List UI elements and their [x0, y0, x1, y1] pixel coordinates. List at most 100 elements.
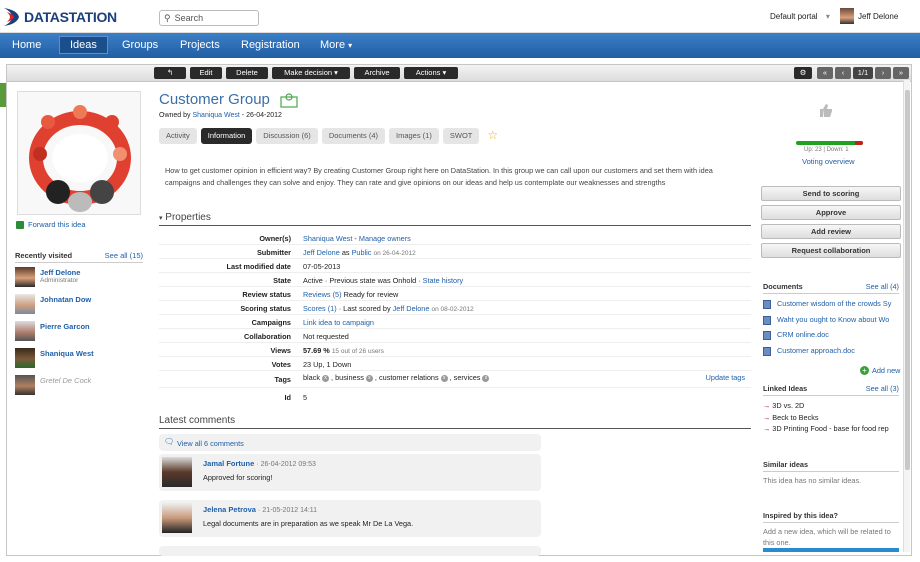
linked-idea-item[interactable]: → Beck to Becks — [763, 413, 899, 422]
document-icon — [763, 346, 771, 356]
submitter-link[interactable]: Jeff Delone — [303, 248, 340, 257]
view-all-comments[interactable]: 🗨 View all 6 comments — [159, 434, 541, 451]
user-name: Jeff Delone — [858, 11, 899, 21]
owner-link[interactable]: Shaniqua West — [303, 234, 352, 243]
remove-tag-icon[interactable]: x — [365, 374, 373, 382]
comment-author[interactable]: Jamal Fortune · 26-04-2012 09:53 — [203, 459, 316, 468]
favorite-star-icon[interactable]: ☆ — [487, 128, 498, 144]
scorer-link[interactable]: Jeff Delone — [393, 304, 430, 313]
back-button[interactable]: ↰ — [154, 67, 186, 79]
prop-views: Views 57.69 % 15 out of 26 users — [159, 343, 751, 357]
user-menu[interactable]: Jeff Delone — [840, 8, 898, 24]
add-review-button[interactable]: Add review — [761, 224, 901, 239]
remove-tag-icon[interactable]: x — [322, 374, 330, 382]
add-document-button[interactable]: + Add new — [860, 366, 900, 375]
idea-date: 26-04-2012 — [246, 112, 282, 119]
paper-people-image — [18, 92, 140, 214]
scoring-text: · Last scored by — [338, 304, 391, 313]
recent-user[interactable]: Gretel De Cock — [15, 375, 143, 395]
document-item[interactable]: Customer approach.doc — [763, 346, 899, 356]
prop-key: Last modified date — [226, 262, 291, 271]
make-decision-button[interactable]: Make decision ▾ — [272, 67, 350, 79]
prop-votes: Votes 23 Up, 1 Down — [159, 357, 751, 371]
plus-icon: + — [860, 366, 869, 375]
public-link[interactable]: Public — [352, 248, 372, 257]
nav-more[interactable]: More ▾ — [320, 33, 352, 58]
prop-scoring: Scoring status Scores (1) · Last scored b… — [159, 301, 751, 315]
gear-icon[interactable]: ⚙ — [794, 67, 812, 79]
nav-groups[interactable]: Groups — [122, 33, 158, 58]
tab-documents[interactable]: Documents (4) — [321, 128, 385, 144]
document-item[interactable]: Waht you ought to Know about Wo — [763, 315, 899, 325]
properties-header: ▾ Properties — [159, 212, 751, 226]
voting-overview-link[interactable]: Voting overview — [802, 157, 855, 166]
tab-information[interactable]: Information — [200, 128, 253, 144]
document-item[interactable]: Customer wisdom of the crowds Sy — [763, 299, 899, 309]
scores-link[interactable]: Scores (1) — [303, 304, 337, 313]
logo[interactable]: DATASTATION — [3, 5, 117, 29]
scrollbar-thumb[interactable] — [905, 90, 910, 470]
nav-projects[interactable]: Projects — [180, 33, 220, 58]
remove-tag-icon[interactable]: x — [482, 374, 490, 382]
linked-idea-item[interactable]: → 3D vs. 2D — [763, 401, 899, 410]
archive-button[interactable]: Archive — [354, 67, 400, 79]
document-icon — [763, 330, 771, 340]
document-item[interactable]: CRM online.doc — [763, 330, 899, 340]
idea-title: Customer Group — [159, 91, 298, 108]
tab-images[interactable]: Images (1) — [389, 128, 439, 144]
linked-ideas-see-all[interactable]: See all (3) — [866, 384, 899, 393]
recent-user[interactable]: Johnatan Dow — [15, 294, 143, 314]
comment-author-name: Jelena Petrova — [203, 505, 256, 514]
first-page-icon[interactable]: « — [817, 67, 833, 79]
reviews-link[interactable]: Reviews (5) — [303, 290, 342, 299]
forward-idea-link[interactable]: Forward this idea — [16, 220, 86, 229]
prev-page-icon[interactable]: ‹ — [835, 67, 851, 79]
recent-user[interactable]: Shaniqua West — [15, 348, 143, 368]
idea-image[interactable] — [17, 91, 141, 215]
recent-user[interactable]: Pierre Garcon — [15, 321, 143, 341]
prop-tags: Tags black x, business x, customer relatio… — [159, 370, 751, 388]
comment-item: Jelena Petrova · 21-05-2012 14:11 Legal … — [159, 500, 541, 537]
search-input[interactable]: ⚲ Search — [159, 10, 259, 26]
tab-discussion[interactable]: Discussion (6) — [256, 128, 318, 144]
prop-key: Id — [284, 393, 292, 402]
actions-button[interactable]: Actions ▾ — [404, 67, 458, 79]
nav-registration[interactable]: Registration — [241, 33, 300, 58]
documents-see-all[interactable]: See all (4) — [866, 282, 899, 291]
manage-owners-link[interactable]: Manage owners — [359, 234, 411, 243]
portal-selector[interactable]: Default portal ▾ — [770, 12, 830, 21]
scrollbar[interactable] — [903, 80, 910, 552]
next-page-icon[interactable]: › — [875, 67, 891, 79]
linked-idea-item[interactable]: → 3D Printing Food - base for food rep — [763, 424, 899, 433]
collapse-icon[interactable]: ▾ — [159, 215, 163, 222]
recent-user-name: Gretel De Cock — [40, 376, 92, 385]
comment-item: Jamal Fortune · 26-04-2012 09:53 Approve… — [159, 454, 541, 491]
edit-button[interactable]: Edit — [190, 67, 222, 79]
approve-button[interactable]: Approve — [761, 205, 901, 220]
avatar — [15, 348, 35, 368]
prop-key: Review status — [242, 290, 291, 299]
prop-campaigns: Campaigns Link idea to campaign — [159, 315, 751, 329]
owner-link[interactable]: Shaniqua West — [192, 112, 239, 119]
recent-user[interactable]: Jeff Delone Administrator — [15, 267, 143, 287]
state-history-link[interactable]: State history — [423, 276, 464, 285]
thumbs-up-icon[interactable] — [818, 102, 834, 118]
remove-tag-icon[interactable]: x — [440, 374, 448, 382]
tab-swot[interactable]: SWOT — [442, 128, 480, 144]
last-page-icon[interactable]: » — [893, 67, 909, 79]
nav-home[interactable]: Home — [12, 33, 41, 58]
link-campaign-link[interactable]: Link idea to campaign — [303, 318, 374, 327]
inspired-action-bar[interactable] — [763, 548, 899, 552]
prop-key: State — [273, 276, 291, 285]
idea-title-text: Customer Group — [159, 91, 270, 108]
delete-button[interactable]: Delete — [226, 67, 268, 79]
nav-ideas[interactable]: Ideas — [59, 36, 108, 54]
recently-visited-see-all[interactable]: See all (15) — [105, 251, 143, 260]
document-name: Waht you ought to Know about Wo — [777, 315, 890, 324]
send-to-scoring-button[interactable]: Send to scoring — [761, 186, 901, 201]
comment-author[interactable]: Jelena Petrova · 21-05-2012 14:11 — [203, 505, 317, 514]
request-collaboration-button[interactable]: Request collaboration — [761, 243, 901, 258]
update-tags-link[interactable]: Update tags — [706, 373, 745, 382]
scoring-date: on 08-02-2012 — [431, 306, 474, 313]
tab-activity[interactable]: Activity — [159, 128, 197, 144]
